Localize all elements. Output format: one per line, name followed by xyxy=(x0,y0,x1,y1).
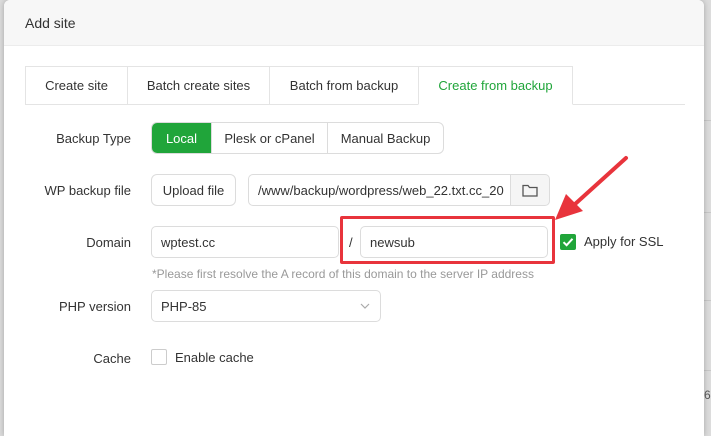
background-fragment: 6 xyxy=(704,388,711,402)
annotation-arrow xyxy=(555,156,628,220)
